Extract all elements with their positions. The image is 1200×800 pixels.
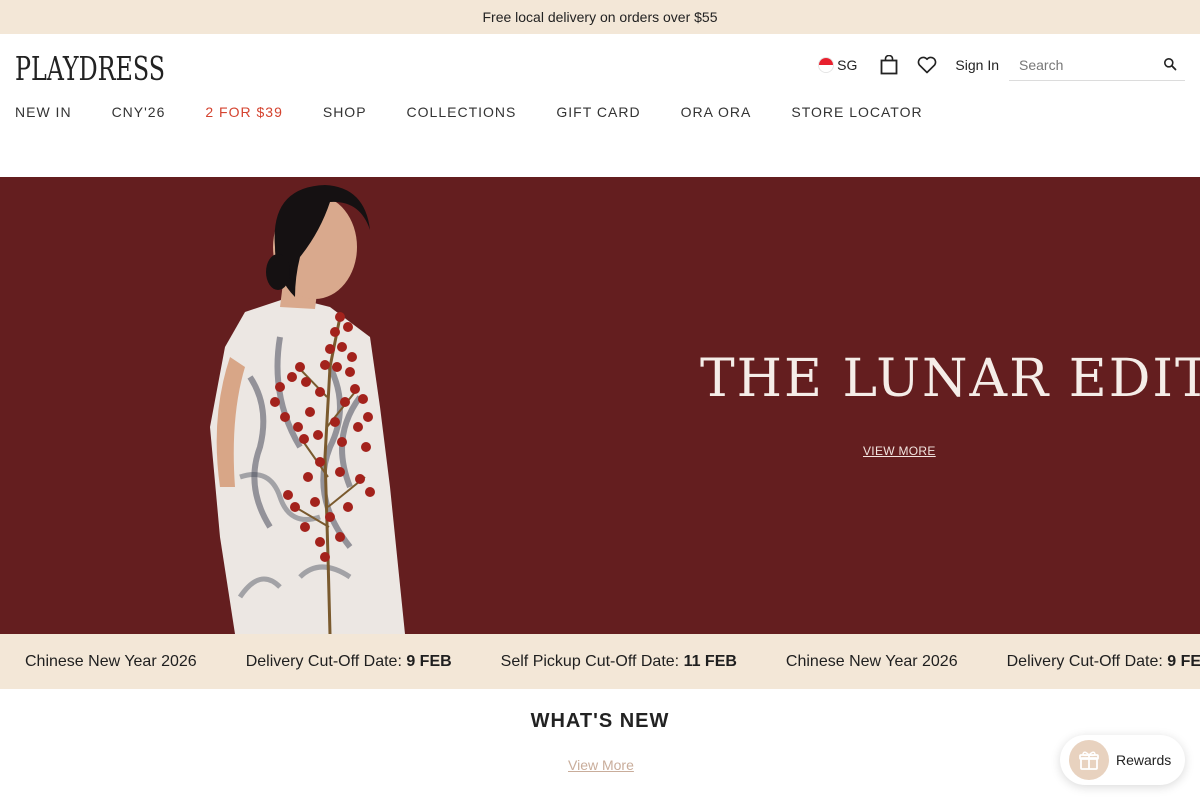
cart-button[interactable] <box>878 54 900 76</box>
search-icon[interactable] <box>1163 57 1177 71</box>
nav-item-new-in[interactable]: NEW IN <box>15 104 72 126</box>
wishlist-button[interactable] <box>916 54 938 76</box>
nav-item-shop[interactable]: SHOP <box>323 104 367 126</box>
nav-item-collections[interactable]: COLLECTIONS <box>407 104 517 126</box>
hero-model-image <box>210 185 405 634</box>
rewards-launcher[interactable]: Rewards <box>1060 735 1185 785</box>
singapore-flag-icon <box>818 57 835 73</box>
shopping-bag-icon <box>881 55 898 75</box>
ticker-item: Delivery Cut-Off Date: 9 FEB <box>1006 652 1200 670</box>
ticker-track: Chinese New Year 2026 Delivery Cut-Off D… <box>25 634 1200 689</box>
ticker-item: Chinese New Year 2026 <box>25 652 197 670</box>
nav-item-store-locator[interactable]: STORE LOCATOR <box>791 104 922 126</box>
announcement-bar: Free local delivery on orders over $55 <box>0 0 1200 34</box>
whats-new-heading: WHAT'S NEW <box>530 710 670 732</box>
ticker-item: Self Pickup Cut-Off Date: 11 FEB <box>500 652 737 670</box>
announcement-text: Free local delivery on orders over $55 <box>482 9 718 25</box>
search-box <box>1009 49 1185 81</box>
rewards-label: Rewards <box>1116 752 1172 768</box>
hero-view-more-link[interactable]: VIEW MORE <box>863 444 936 458</box>
whats-new-view-more-link[interactable]: View More <box>568 757 634 773</box>
rewards-icon <box>1069 740 1109 780</box>
hero-title: THE LUNAR EDIT <box>700 349 1200 409</box>
ticker-item: Delivery Cut-Off Date: 9 FEB <box>245 652 452 670</box>
nav-item-2-for-39[interactable]: 2 FOR $39 <box>205 104 282 126</box>
logo-text: PLAYDRESS <box>15 50 165 84</box>
heart-icon <box>918 56 937 74</box>
hero-banner[interactable]: THE LUNAR EDIT VIEW MORE <box>0 177 1200 634</box>
announcement-ticker: Chinese New Year 2026 Delivery Cut-Off D… <box>0 634 1200 689</box>
region-label: SG <box>837 57 858 73</box>
nav-item-ora-ora[interactable]: ORA ORA <box>681 104 752 126</box>
nav-item-cny26[interactable]: CNY'26 <box>112 104 166 126</box>
region-selector[interactable]: SG <box>818 57 857 73</box>
nav-item-gift-card[interactable]: GIFT CARD <box>556 104 640 126</box>
search-input[interactable] <box>1009 50 1159 79</box>
sign-in-link[interactable]: Sign In <box>955 57 999 73</box>
main-nav: NEW IN CNY'26 2 FOR $39 SHOP COLLECTIONS… <box>15 104 923 126</box>
header-actions: SG Sign In <box>818 48 1185 82</box>
ticker-item: Chinese New Year 2026 <box>785 652 958 670</box>
playdress-logo[interactable]: PLAYDRESS <box>15 50 167 84</box>
